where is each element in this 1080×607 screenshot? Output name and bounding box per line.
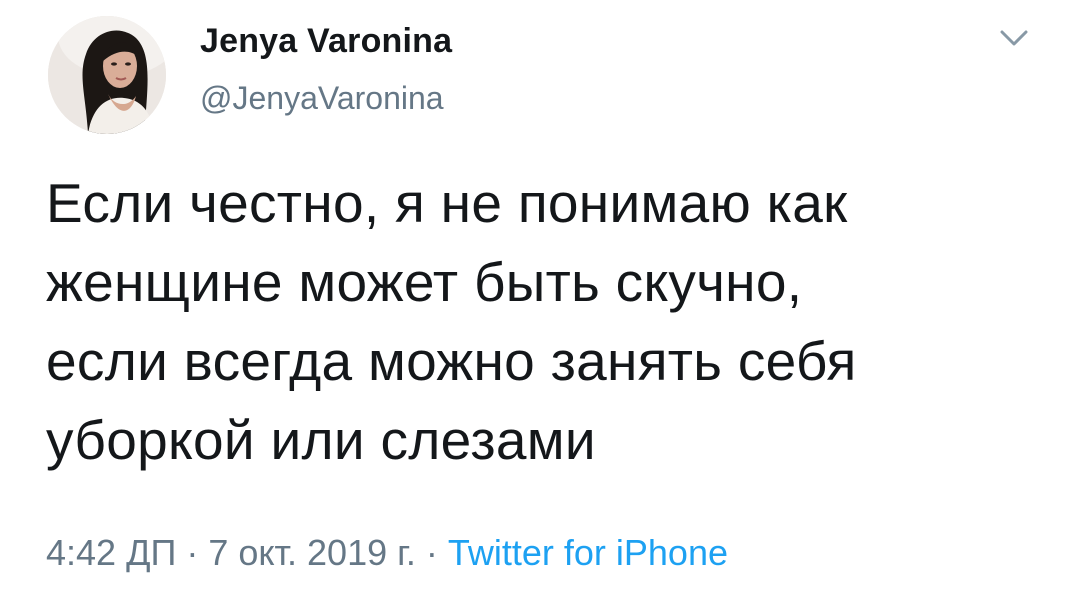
meta-separator: ·: [176, 532, 209, 573]
tweet-text-line: если всегда можно занять себя: [46, 330, 857, 392]
avatar-image: [48, 16, 166, 134]
meta-separator: ·: [415, 532, 448, 573]
tweet-source-link[interactable]: Twitter for iPhone: [448, 532, 728, 573]
tweet-text-line: женщине может быть скучно,: [46, 251, 803, 313]
tweet-date[interactable]: 7 окт. 2019 г.: [208, 532, 416, 573]
chevron-down-icon[interactable]: [996, 24, 1032, 52]
tweet-text-line: Если честно, я не понимаю как: [46, 172, 848, 234]
author-handle[interactable]: @JenyaVaronina: [200, 80, 444, 117]
tweet-meta: 4:42 ДП · 7 окт. 2019 г. · Twitter for i…: [46, 532, 728, 574]
tweet-text-line: уборкой или слезами: [46, 409, 596, 471]
author-name[interactable]: Jenya Varonina: [200, 22, 452, 61]
tweet-card: Jenya Varonina @JenyaVaronina Если честн…: [0, 0, 1080, 607]
tweet-text: Если честно, я не понимаю как женщине мо…: [46, 164, 1046, 480]
tweet-time[interactable]: 4:42 ДП: [46, 532, 176, 573]
avatar[interactable]: [48, 16, 166, 134]
